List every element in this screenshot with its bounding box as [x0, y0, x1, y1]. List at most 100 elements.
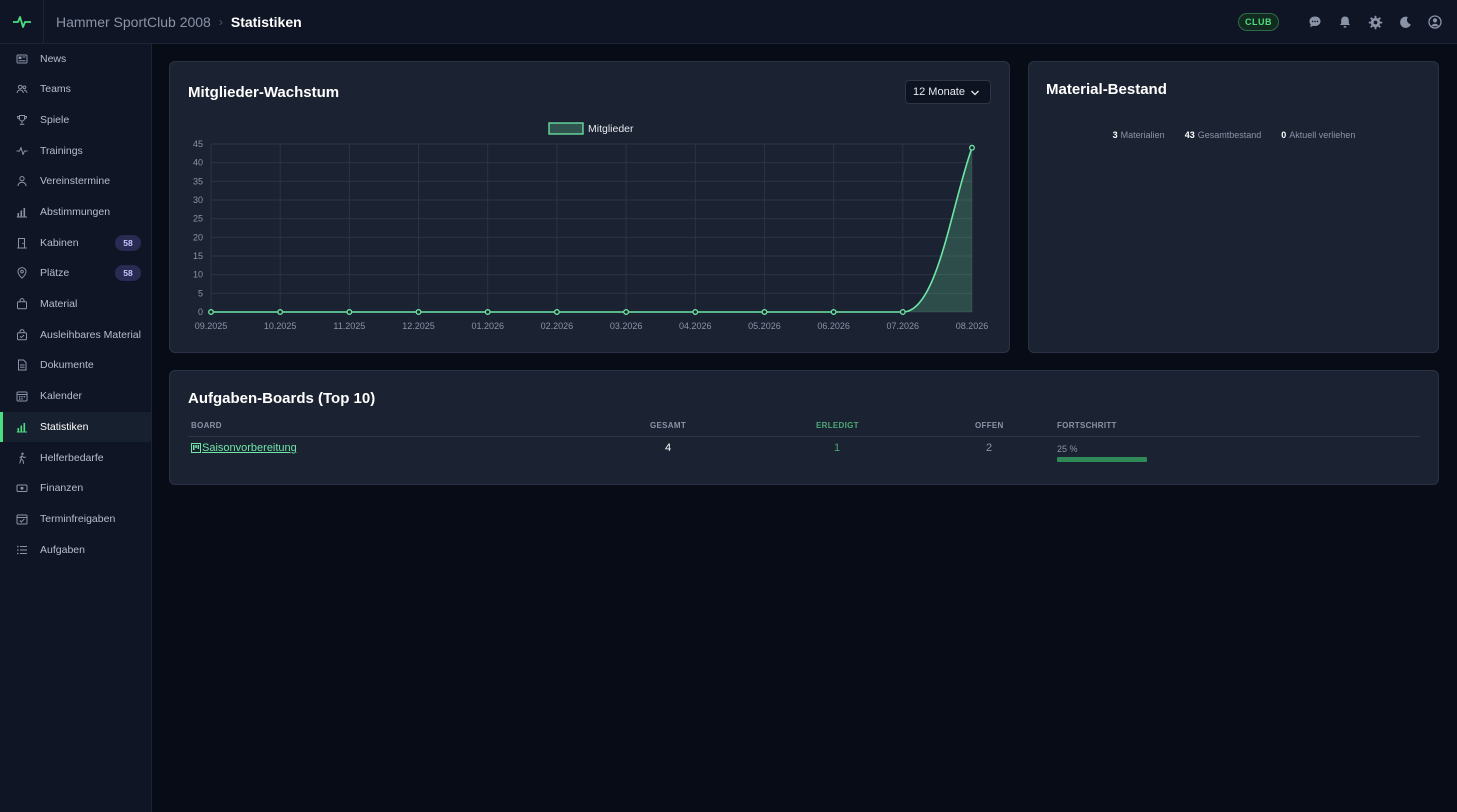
- x-tick-label: 10.2025: [264, 321, 297, 331]
- data-point: [692, 309, 699, 315]
- col-fortschritt: FORTSCHRITT: [1057, 421, 1117, 430]
- sidebar-item-material[interactable]: Material: [0, 289, 151, 319]
- moon-icon[interactable]: [1397, 14, 1413, 30]
- map-pin-icon: [16, 267, 28, 279]
- x-tick-label: 12.2025: [402, 321, 435, 331]
- table-row: Saisonvorbereitung 4 1 2 25 %: [188, 441, 1420, 467]
- sidebar-item-dokumente[interactable]: Dokumente: [0, 350, 151, 380]
- col-gesamt: GESAMT: [650, 421, 687, 430]
- x-tick-label: 11.2025: [333, 321, 365, 331]
- sidebar-item-label: Trainings: [40, 145, 83, 157]
- stat-label: Materialien: [1120, 130, 1165, 140]
- bar-chart-icon: [16, 421, 28, 433]
- sidebar-item-spiele[interactable]: Spiele: [0, 105, 151, 135]
- kanban-icon: [191, 443, 201, 453]
- sidebar-item-statistiken[interactable]: Statistiken: [0, 412, 151, 442]
- task-boards-card: Aufgaben-Boards (Top 10) BOARD GESAMT ER…: [169, 370, 1439, 485]
- users-icon: [16, 83, 28, 95]
- col-board: BOARD: [191, 421, 222, 430]
- breadcrumb-club[interactable]: Hammer SportClub 2008: [56, 14, 211, 30]
- progress-bar: [1057, 457, 1147, 462]
- y-tick-label: 45: [193, 139, 203, 149]
- board-link[interactable]: Saisonvorbereitung: [191, 442, 297, 454]
- col-offen: OFFEN: [975, 421, 1004, 430]
- sidebar-item-aufgaben[interactable]: Aufgaben: [0, 535, 151, 565]
- list-icon: [16, 544, 28, 556]
- sidebar-item-vereinstermine[interactable]: Vereinstermine: [0, 166, 151, 196]
- calendar-check-icon: [16, 513, 28, 525]
- table-header: BOARD GESAMT ERLEDIGT OFFEN FORTSCHRITT: [188, 421, 1420, 437]
- y-tick-label: 40: [193, 158, 203, 168]
- y-tick-label: 30: [193, 195, 203, 205]
- sidebar-item-label: Terminfreigaben: [40, 513, 116, 525]
- sidebar-item-label: News: [40, 53, 67, 65]
- stat-materialien: 3 Materialien: [1113, 130, 1165, 140]
- bar-chart-icon: [16, 206, 28, 218]
- cash-icon: [16, 482, 28, 494]
- person-icon: [16, 175, 28, 187]
- sidebar-item-label: Helferbedarfe: [40, 452, 104, 464]
- stat-value: 43: [1184, 130, 1195, 140]
- sidebar-item-finanzen[interactable]: Finanzen: [0, 473, 151, 503]
- sidebar-item-kabinen[interactable]: Kabinen 58: [0, 228, 151, 258]
- pulse-icon: [12, 15, 31, 28]
- x-tick-label: 07.2026: [887, 321, 920, 331]
- sidebar-item-kalender[interactable]: Kalender: [0, 381, 151, 411]
- data-point: [761, 309, 768, 315]
- sidebar-item-label: Material: [40, 298, 78, 310]
- sidebar-item-teams[interactable]: Teams: [0, 74, 151, 104]
- x-tick-label: 02.2026: [541, 321, 574, 331]
- top-actions: CLUB: [1238, 0, 1443, 44]
- stat-aktuell-verliehen: 0 Aktuell verliehen: [1281, 130, 1355, 140]
- bag-icon: [16, 298, 28, 310]
- door-icon: [16, 237, 28, 249]
- document-icon: [16, 359, 28, 371]
- material-stock-card: Material-Bestand 3 Materialien 43 Gesamtbe…: [1028, 61, 1439, 353]
- board-name: Saisonvorbereitung: [202, 442, 297, 454]
- x-tick-label: 08.2026: [956, 321, 989, 331]
- sidebar-item-news[interactable]: News: [0, 44, 151, 74]
- count-badge: 58: [115, 265, 141, 281]
- sidebar-item-abstimmungen[interactable]: Abstimmungen: [0, 197, 151, 227]
- sidebar-item-label: Teams: [40, 83, 71, 95]
- sidebar-item-ausleihbares-material[interactable]: Ausleihbares Material: [0, 320, 151, 350]
- data-point: [899, 309, 906, 315]
- y-tick-label: 15: [193, 251, 203, 261]
- app-logo[interactable]: [0, 0, 44, 44]
- breadcrumb-separator: ›: [218, 14, 223, 29]
- x-tick-label: 09.2025: [195, 321, 228, 331]
- bag-check-icon: [16, 329, 28, 341]
- trophy-icon: [16, 114, 28, 126]
- sidebar-item-label: Kalender: [40, 390, 83, 402]
- sidebar-item-label: Plätze: [40, 267, 70, 279]
- chat-icon[interactable]: [1307, 14, 1323, 30]
- series-area: [211, 147, 972, 312]
- top-bar: Hammer SportClub 2008 › Statistiken CLUB: [0, 0, 1457, 44]
- series-line: [210, 147, 973, 313]
- gear-icon[interactable]: [1367, 14, 1383, 30]
- y-tick-label: 20: [193, 232, 203, 242]
- newspaper-icon: [16, 53, 28, 65]
- count-badge: 58: [115, 235, 141, 251]
- club-badge[interactable]: CLUB: [1238, 13, 1279, 31]
- sidebar-item-helferbedarfe[interactable]: Helferbedarfe: [0, 443, 151, 473]
- bell-icon[interactable]: [1337, 14, 1353, 30]
- data-point: [623, 309, 630, 315]
- stat-gesamtbestand: 43 Gesamtbestand: [1185, 130, 1262, 140]
- sidebar-item-trainings[interactable]: Trainings: [0, 136, 151, 166]
- legend-swatch: [548, 122, 584, 135]
- sidebar-item-terminfreigaben[interactable]: Terminfreigaben: [0, 504, 151, 534]
- progress-cell: 25 %: [1057, 444, 1147, 462]
- data-point: [346, 309, 353, 315]
- x-tick-label: 03.2026: [610, 321, 643, 331]
- data-point: [208, 309, 214, 315]
- user-circle-icon[interactable]: [1427, 14, 1443, 30]
- x-tick-label: 05.2026: [748, 321, 781, 331]
- person-walking-icon: [16, 452, 28, 464]
- data-point: [553, 309, 560, 315]
- data-point: [277, 309, 284, 315]
- sidebar-item-label: Kabinen: [40, 237, 79, 249]
- sidebar-item-plaetze[interactable]: Plätze 58: [0, 258, 151, 288]
- calendar-icon: [16, 390, 28, 402]
- x-tick-label: 04.2026: [679, 321, 712, 331]
